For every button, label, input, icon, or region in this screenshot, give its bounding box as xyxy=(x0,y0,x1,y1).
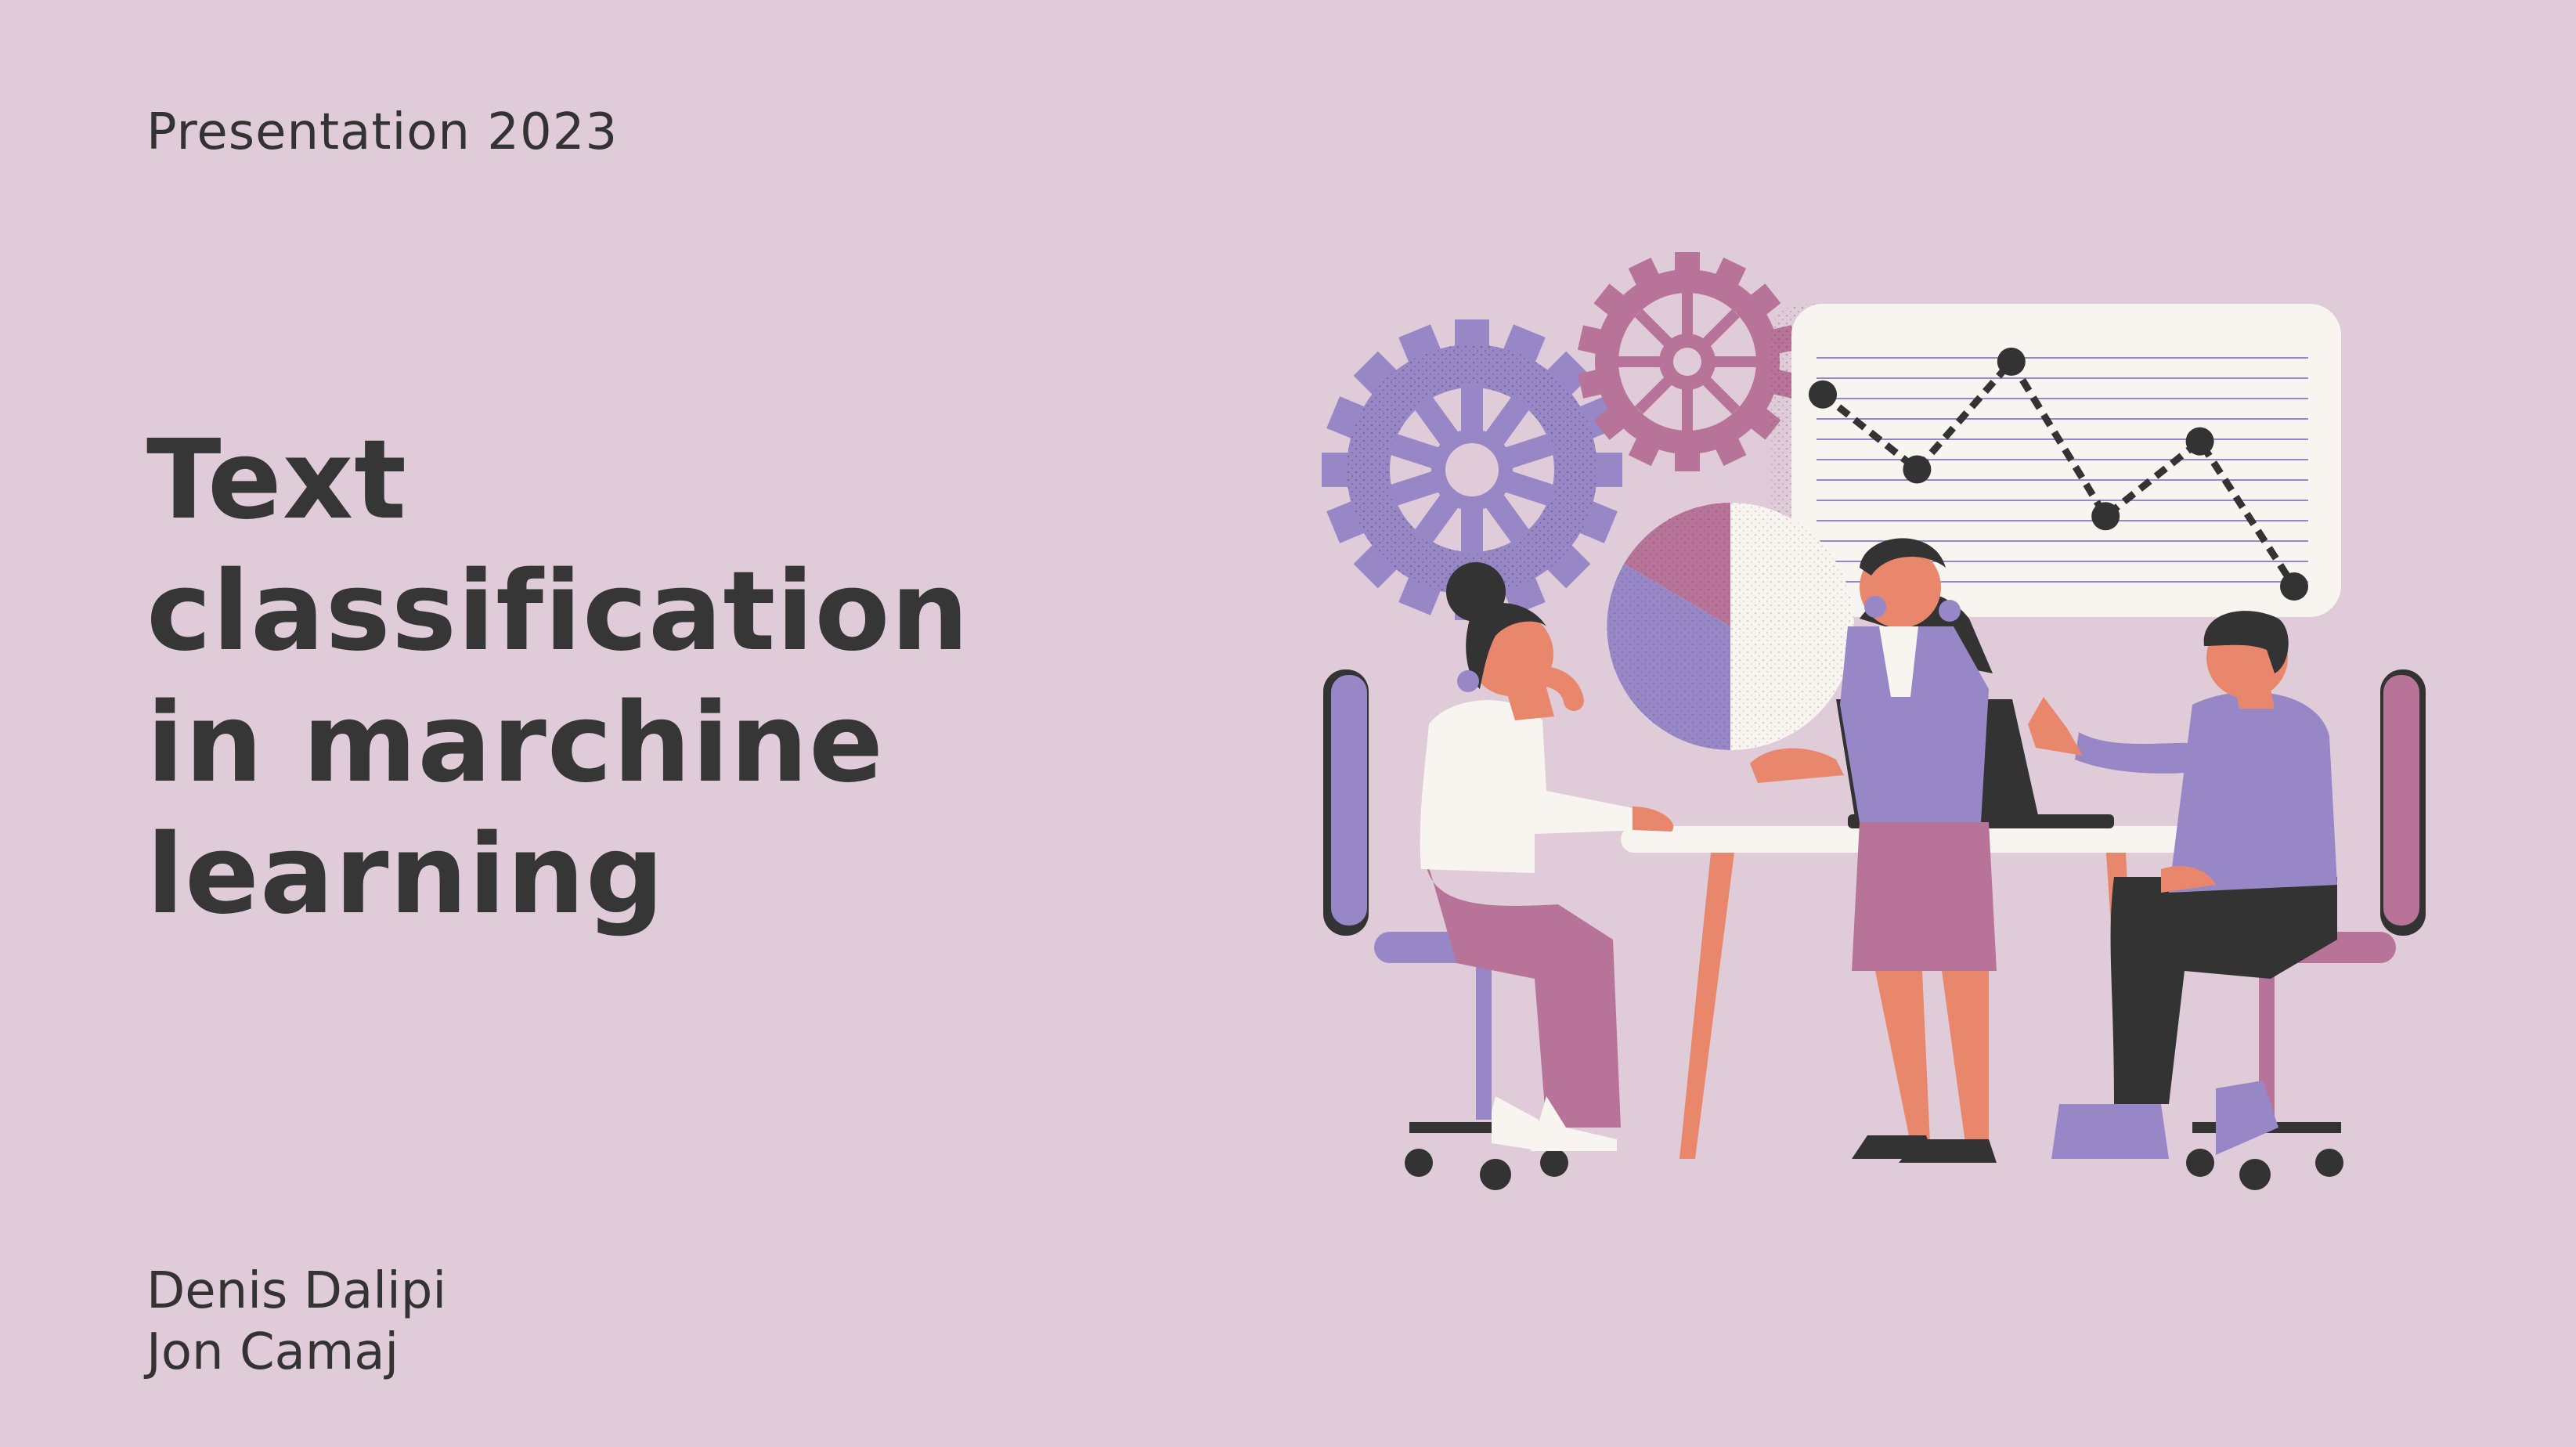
small-gear-icon xyxy=(1577,252,1798,471)
pie-chart-icon xyxy=(1607,503,1854,750)
title-line-2: classification xyxy=(146,548,970,676)
author-list: Denis Dalipi Jon Camaj xyxy=(146,1261,446,1383)
chart-point xyxy=(2185,427,2214,456)
author-name: Jon Camaj xyxy=(146,1323,399,1381)
seated-man-right xyxy=(2028,611,2337,1159)
line-chart-board xyxy=(1771,304,2341,617)
title-line-3: in marchine xyxy=(146,680,885,807)
chart-point xyxy=(2091,502,2120,531)
chart-point xyxy=(1809,380,1837,409)
chart-point xyxy=(1997,347,2026,376)
title-slide: Presentation 2023 Text classification in… xyxy=(0,0,2576,1447)
title-line-1: Text xyxy=(146,417,408,544)
presentation-year-label: Presentation 2023 xyxy=(146,103,619,161)
team-meeting-illustration xyxy=(1322,252,2426,1190)
slide-title: Text classification in marchine learning xyxy=(146,415,1203,941)
author-name: Denis Dalipi xyxy=(146,1262,447,1320)
chart-point xyxy=(1903,455,1932,484)
chart-point xyxy=(2280,572,2308,601)
title-line-4: learning xyxy=(146,811,665,939)
